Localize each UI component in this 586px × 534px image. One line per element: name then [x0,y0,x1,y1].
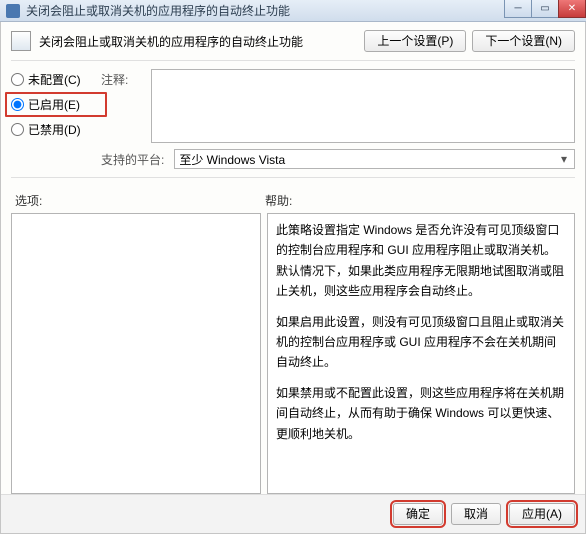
comment-label: 注释: [101,69,151,88]
platform-value: 至少 Windows Vista [179,151,285,168]
header-row: 关闭会阻止或取消关机的应用程序的自动终止功能 上一个设置(P) 下一个设置(N) [1,22,585,58]
radio-enabled[interactable]: 已启用(E) [11,96,101,113]
ok-button[interactable]: 确定 [393,503,443,525]
radio-enabled-input[interactable] [11,98,24,111]
policy-title: 关闭会阻止或取消关机的应用程序的自动终止功能 [39,33,364,50]
previous-setting-button[interactable]: 上一个设置(P) [364,30,466,52]
window-title: 关闭会阻止或取消关机的应用程序的自动终止功能 [26,2,290,19]
footer: 确定 取消 应用(A) [1,494,585,533]
help-pane[interactable]: 此策略设置指定 Windows 是否允许没有可见顶级窗口的控制台应用程序和 GU… [267,213,575,494]
radio-not-configured[interactable]: 未配置(C) [11,71,101,88]
next-setting-button[interactable]: 下一个设置(N) [472,30,575,52]
help-paragraph-1: 此策略设置指定 Windows 是否允许没有可见顶级窗口的控制台应用程序和 GU… [276,220,566,302]
window-controls: ─ ▭ ✕ [505,0,586,18]
window-icon [6,4,20,18]
maximize-button[interactable]: ▭ [531,0,559,18]
comment-textbox[interactable] [151,69,575,143]
policy-editor-window: 关闭会阻止或取消关机的应用程序的自动终止功能 ─ ▭ ✕ 关闭会阻止或取消关机的… [0,0,586,534]
radio-not-configured-input[interactable] [11,73,24,86]
apply-button[interactable]: 应用(A) [509,503,575,525]
platform-label: 支持的平台: [101,151,174,168]
minimize-button[interactable]: ─ [504,0,532,18]
content-area: 关闭会阻止或取消关机的应用程序的自动终止功能 上一个设置(P) 下一个设置(N)… [0,22,586,534]
separator [11,60,575,61]
help-label: 帮助: [265,192,292,209]
radio-disabled-label: 已禁用(D) [28,121,81,138]
policy-icon [11,31,31,51]
platform-select[interactable]: 至少 Windows Vista ▾ [174,149,575,169]
panes-row: 此策略设置指定 Windows 是否允许没有可见顶级窗口的控制台应用程序和 GU… [1,213,585,494]
state-radios: 未配置(C) 已启用(E) 已禁用(D) [11,69,101,138]
radio-disabled[interactable]: 已禁用(D) [11,121,101,138]
chevron-down-icon: ▾ [556,151,572,167]
config-row: 未配置(C) 已启用(E) 已禁用(D) 注释: [1,67,585,145]
help-paragraph-3: 如果禁用或不配置此设置，则这些应用程序将在关机期间自动终止，从而有助于确保 Wi… [276,383,566,444]
radio-enabled-label: 已启用(E) [28,96,80,113]
close-button[interactable]: ✕ [558,0,586,18]
cancel-button[interactable]: 取消 [451,503,501,525]
platform-row: 支持的平台: 至少 Windows Vista ▾ [1,145,585,175]
help-paragraph-2: 如果启用此设置，则没有可见顶级窗口且阻止或取消关机的控制台应用程序或 GUI 应… [276,312,566,373]
radio-disabled-input[interactable] [11,123,24,136]
pane-labels: 选项: 帮助: [1,184,585,213]
comment-column: 注释: [101,69,575,143]
radio-not-configured-label: 未配置(C) [28,71,81,88]
separator-2 [11,177,575,178]
options-pane[interactable] [11,213,261,494]
options-label: 选项: [15,192,265,209]
titlebar: 关闭会阻止或取消关机的应用程序的自动终止功能 ─ ▭ ✕ [0,0,586,22]
